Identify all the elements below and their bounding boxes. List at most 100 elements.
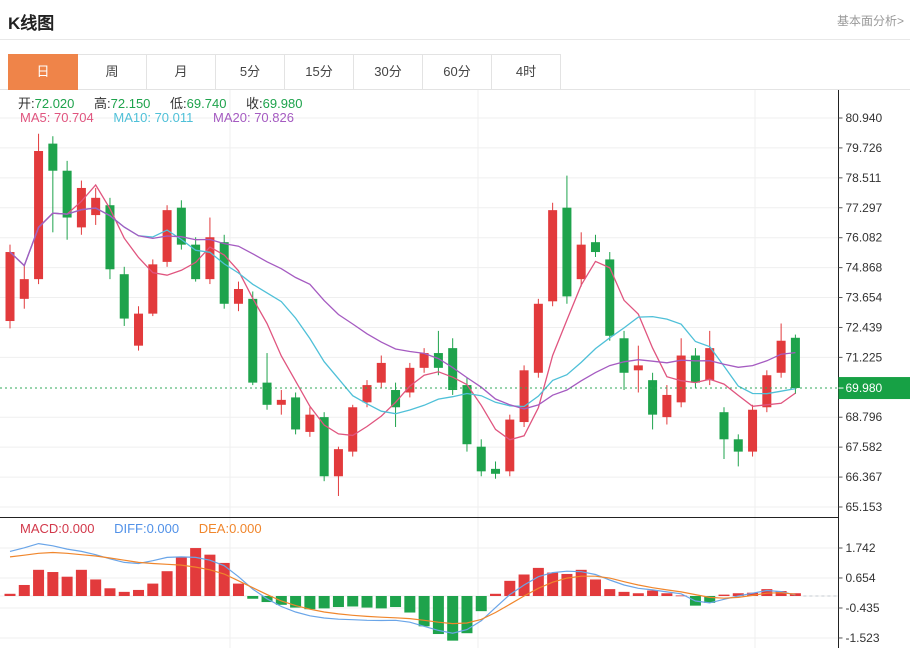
macd-bar[interactable]: [4, 593, 16, 596]
candle[interactable]: [776, 323, 786, 378]
macd-bar[interactable]: [475, 596, 487, 612]
macd-bar[interactable]: [390, 596, 402, 608]
candle[interactable]: [34, 133, 44, 285]
candle[interactable]: [91, 187, 101, 225]
macd-bar[interactable]: [618, 591, 630, 596]
candle[interactable]: [376, 355, 386, 388]
candle[interactable]: [248, 291, 258, 386]
candle[interactable]: [233, 281, 243, 312]
candle[interactable]: [219, 234, 229, 309]
macd-bar[interactable]: [75, 569, 87, 596]
macd-bar[interactable]: [718, 594, 730, 596]
macd-bar[interactable]: [318, 596, 330, 609]
candle[interactable]: [291, 392, 301, 435]
macd-bar[interactable]: [661, 593, 673, 596]
macd-bar[interactable]: [347, 596, 359, 607]
candle[interactable]: [662, 385, 672, 425]
candle[interactable]: [48, 136, 58, 233]
macd-bar[interactable]: [175, 557, 187, 596]
candle[interactable]: [134, 306, 144, 351]
macd-bar[interactable]: [304, 596, 316, 610]
tab-week[interactable]: 周: [77, 54, 147, 90]
candle[interactable]: [333, 446, 343, 496]
candle[interactable]: [505, 414, 515, 477]
candle[interactable]: [748, 404, 758, 457]
macd-bar[interactable]: [90, 579, 102, 596]
tab-5min[interactable]: 5分: [215, 54, 285, 90]
macd-chart[interactable]: 1.742 0.654 -0.435 -1.523: [0, 518, 910, 648]
macd-bar[interactable]: [247, 596, 259, 599]
candle[interactable]: [148, 259, 158, 317]
macd-bar[interactable]: [418, 596, 430, 627]
macd-bar[interactable]: [18, 584, 30, 596]
macd-bar[interactable]: [575, 569, 587, 596]
svg-text:0.654: 0.654: [846, 571, 876, 585]
macd-bar[interactable]: [133, 589, 145, 596]
candle[interactable]: [19, 264, 29, 309]
macd-bar[interactable]: [204, 554, 216, 596]
macd-bar[interactable]: [361, 596, 373, 608]
candle[interactable]: [619, 330, 629, 391]
tab-month[interactable]: 月: [146, 54, 216, 90]
macd-bar[interactable]: [589, 579, 601, 596]
macd-bar[interactable]: [604, 589, 616, 596]
candle[interactable]: [519, 365, 529, 427]
macd-bar[interactable]: [118, 591, 130, 596]
candle[interactable]: [533, 298, 543, 378]
macd-bar[interactable]: [375, 596, 387, 609]
fundamental-analysis-link[interactable]: 基本面分析>: [837, 12, 904, 29]
macd-bar[interactable]: [33, 569, 45, 596]
tab-4hour[interactable]: 4时: [491, 54, 561, 90]
tab-15min[interactable]: 15分: [284, 54, 354, 90]
macd-bar[interactable]: [404, 596, 416, 613]
candle[interactable]: [491, 461, 501, 479]
candle[interactable]: [305, 407, 315, 437]
macd-bar[interactable]: [432, 596, 444, 635]
candle[interactable]: [448, 338, 458, 395]
macd-bar[interactable]: [632, 593, 644, 596]
candle[interactable]: [319, 412, 329, 482]
candle[interactable]: [419, 348, 429, 373]
macd-bar[interactable]: [61, 576, 73, 596]
candle[interactable]: [119, 266, 129, 326]
macd-bar[interactable]: [232, 583, 244, 596]
macd-bar[interactable]: [490, 593, 502, 596]
macd-bar[interactable]: [190, 548, 202, 596]
candle[interactable]: [633, 345, 643, 393]
tab-day[interactable]: 日: [8, 54, 78, 90]
svg-text:71.225: 71.225: [846, 350, 883, 364]
candle[interactable]: [576, 232, 586, 287]
candle[interactable]: [705, 330, 715, 386]
tab-60min[interactable]: 60分: [422, 54, 492, 90]
candle[interactable]: [762, 370, 772, 413]
candle[interactable]: [648, 372, 658, 430]
candle[interactable]: [276, 390, 286, 415]
macd-bar[interactable]: [218, 562, 230, 596]
candle[interactable]: [733, 434, 743, 467]
candle[interactable]: [405, 362, 415, 398]
candle[interactable]: [605, 252, 615, 341]
macd-bar[interactable]: [532, 567, 544, 596]
svg-text:68.796: 68.796: [846, 410, 883, 424]
macd-bar[interactable]: [161, 571, 173, 596]
candle[interactable]: [5, 244, 15, 329]
macd-bar[interactable]: [47, 572, 59, 596]
candle[interactable]: [676, 338, 686, 408]
candle[interactable]: [62, 160, 72, 240]
tab-30min[interactable]: 30分: [353, 54, 423, 90]
candle[interactable]: [719, 407, 729, 460]
main-candlestick-chart[interactable]: 80.940 79.726 78.511 77.297 76.082 74.868 73.6…: [0, 90, 910, 518]
macd-bar[interactable]: [447, 596, 459, 641]
candle[interactable]: [433, 330, 443, 376]
macd-bar[interactable]: [504, 580, 516, 596]
candle[interactable]: [76, 180, 86, 235]
macd-bar[interactable]: [332, 596, 344, 608]
candle[interactable]: [548, 202, 558, 307]
candle[interactable]: [790, 334, 800, 394]
candle[interactable]: [348, 404, 358, 457]
macd-bar[interactable]: [147, 583, 159, 596]
macd-bar[interactable]: [104, 588, 116, 596]
candle[interactable]: [262, 353, 272, 410]
candle[interactable]: [562, 175, 572, 304]
macd-bar[interactable]: [647, 590, 659, 596]
